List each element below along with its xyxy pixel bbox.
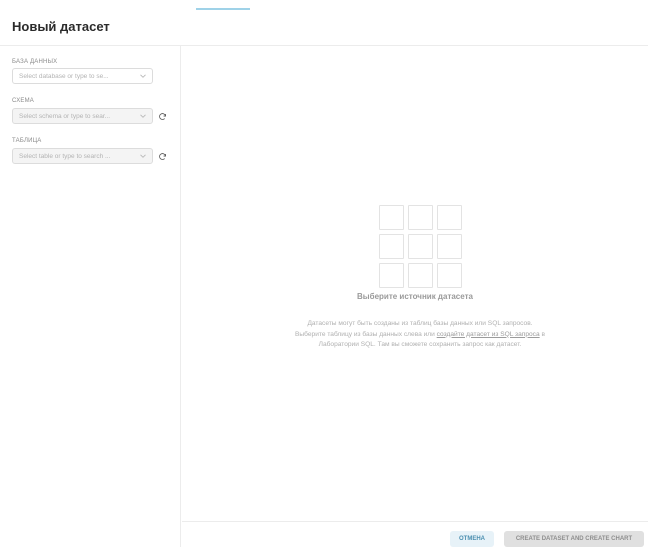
chevron-down-icon: [140, 74, 146, 78]
dataset-preview-panel: Выберите источник датасета Датасеты могу…: [182, 46, 648, 521]
database-select-placeholder: Select database or type to se...: [19, 73, 109, 80]
schema-label: Схема: [12, 98, 34, 104]
empty-state-title: Выберите источник датасета: [357, 292, 473, 301]
table-label: Таблица: [12, 138, 42, 144]
page-header: Новый датасет: [0, 0, 648, 46]
modal-footer: ОТМЕНА CREATE DATASET AND CREATE CHART: [182, 521, 648, 547]
page-title: Новый датасет: [12, 19, 110, 34]
create-dataset-and-chart-button[interactable]: CREATE DATASET AND CREATE CHART: [504, 531, 644, 547]
table-select[interactable]: Select table or type to search ...: [12, 148, 153, 164]
database-select[interactable]: Select database or type to se...: [12, 68, 153, 84]
refresh-schema-icon[interactable]: [158, 112, 167, 121]
table-grid-icon: [379, 205, 463, 289]
refresh-table-icon[interactable]: [158, 152, 167, 161]
schema-select-placeholder: Select schema or type to sear...: [19, 113, 111, 120]
table-select-placeholder: Select table or type to search ...: [19, 153, 111, 160]
create-from-sql-link[interactable]: создайте датасет из SQL запроса: [437, 331, 540, 338]
chevron-down-icon: [140, 154, 146, 158]
schema-select[interactable]: Select schema or type to sear...: [12, 108, 153, 124]
chevron-down-icon: [140, 114, 146, 118]
cancel-button[interactable]: ОТМЕНА: [450, 531, 494, 547]
empty-state-description: Датасеты могут быть созданы из таблиц ба…: [292, 319, 548, 351]
database-label: База данных: [12, 59, 58, 65]
dataset-source-sidebar: База данных Select database or type to s…: [0, 46, 181, 547]
